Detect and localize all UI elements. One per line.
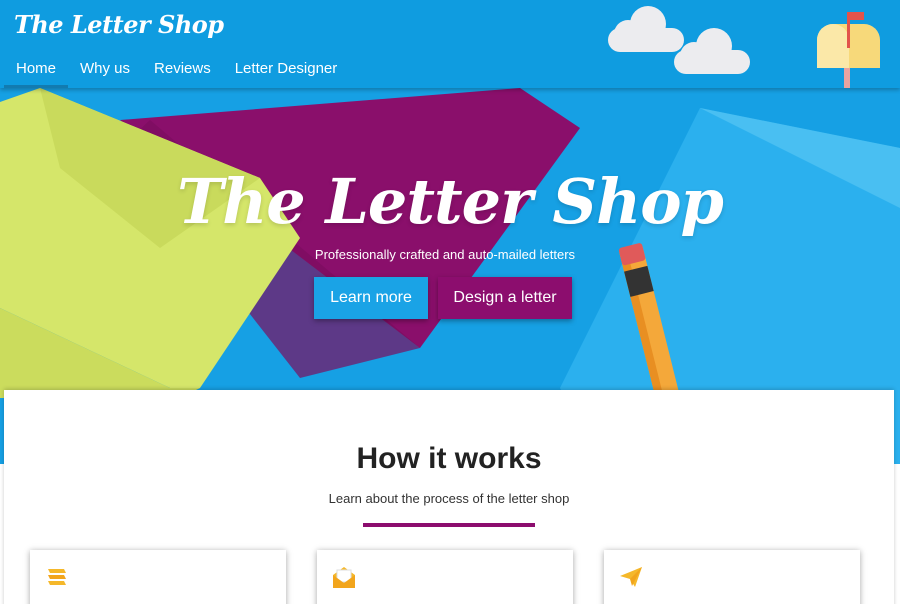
cloud-icon — [672, 28, 750, 76]
nav-why-us[interactable]: Why us — [68, 58, 142, 88]
main-nav: Home Why us Reviews Letter Designer — [4, 58, 349, 88]
nav-reviews[interactable]: Reviews — [142, 58, 223, 88]
design-letter-button[interactable]: Design a letter — [438, 277, 572, 319]
step-card-3 — [604, 550, 860, 604]
stack-icon — [48, 569, 66, 585]
site-header: The Letter Shop Home Why us Reviews Lett… — [0, 0, 900, 88]
nav-letter-designer[interactable]: Letter Designer — [223, 58, 350, 88]
hero-subtitle: Professionally crafted and auto-mailed l… — [314, 247, 576, 262]
brand-logo[interactable]: The Letter Shop — [14, 10, 224, 39]
step-card-2 — [317, 550, 573, 604]
section-subtitle: Learn about the process of the letter sh… — [328, 491, 570, 506]
how-it-works-section: How it works Learn about the process of … — [4, 390, 894, 604]
learn-more-button[interactable]: Learn more — [314, 277, 428, 319]
hero-title: The Letter Shop — [177, 165, 724, 238]
mailbox-icon — [817, 12, 880, 88]
paper-plane-icon — [620, 567, 642, 587]
step-card-1 — [30, 550, 286, 604]
envelope-icon — [333, 567, 355, 588]
section-divider — [363, 523, 535, 527]
nav-home[interactable]: Home — [4, 58, 69, 88]
section-title: How it works — [356, 442, 542, 475]
